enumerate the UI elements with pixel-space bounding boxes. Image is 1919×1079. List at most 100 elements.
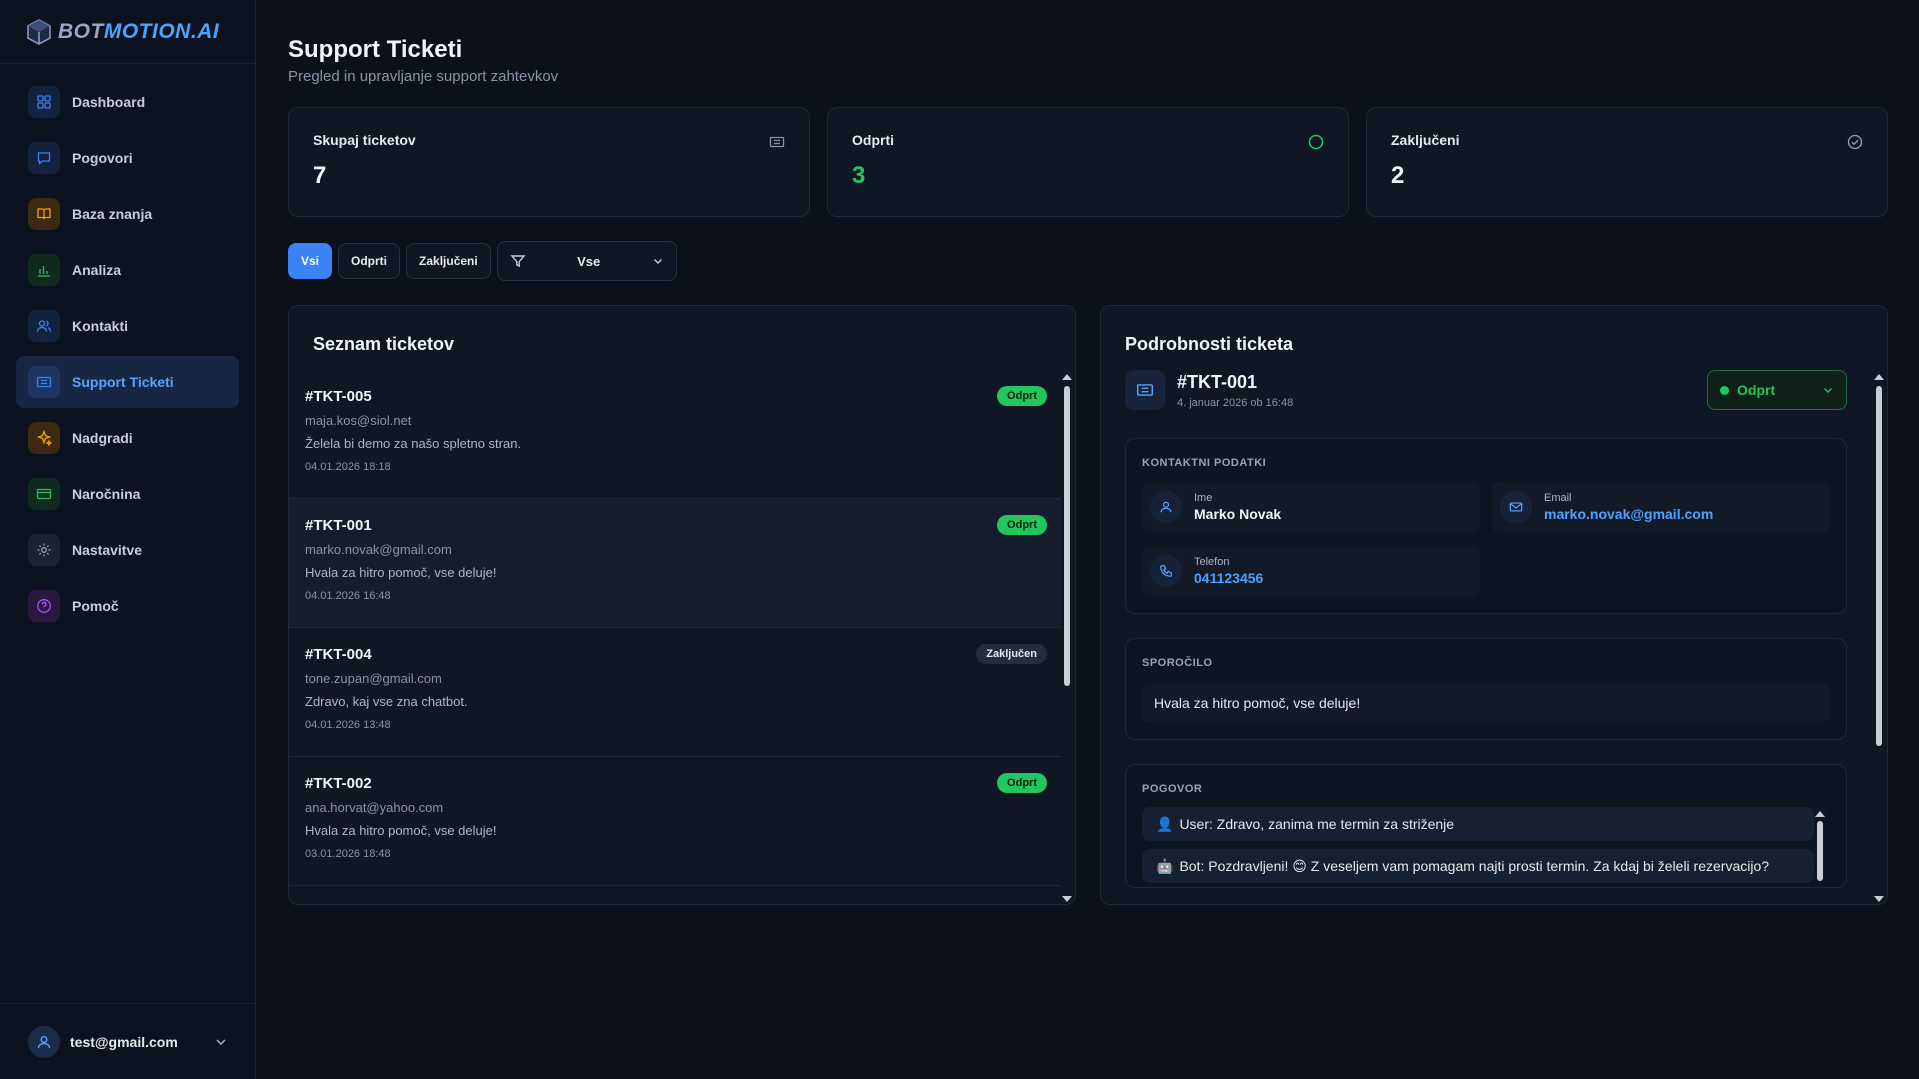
scroll-thumb[interactable] [1817,821,1823,881]
sparkle-icon [36,430,52,446]
sidebar-item-support-ticketi[interactable]: Support Ticketi [16,356,239,408]
chevron-down-icon [1824,388,1832,393]
ticket-icon [1136,384,1154,396]
conversation-section-label: POGOVOR [1142,783,1203,795]
gear-icon-box [28,534,60,566]
sidebar-item-label: Analiza [72,262,122,278]
sidebar-item-analiza[interactable]: Analiza [16,244,239,296]
ticket-icon-box [28,366,60,398]
status-select-value: Odprt [1737,382,1776,398]
ticket-detail-panel: Podrobnosti ticketa #TKT-001 4. januar 2… [1100,305,1888,905]
contact-email-label: Email [1544,492,1572,504]
sidebar-item-kontakti[interactable]: Kontakti [16,300,239,352]
sidebar-item-naro-nina[interactable]: Naročnina [16,468,239,520]
ticket-id: #TKT-002 [305,775,372,792]
sidebar-item-pogovori[interactable]: Pogovori [16,132,239,184]
ticket-list-title: Seznam ticketov [313,334,455,354]
contact-phone-link[interactable]: 041123456 [1194,570,1263,586]
ticket-date: 04.01.2026 18:18 [305,461,391,473]
sidebar-item-baza-znanja[interactable]: Baza znanja [16,188,239,240]
filter-closed-button[interactable]: Zaključeni [406,243,491,279]
ticket-message: Zdravo, kaj vse zna chatbot. [305,694,468,709]
contact-card: KONTAKTNI PODATKI Ime Marko Novak Email ma… [1125,438,1847,614]
ticket-date: 03.01.2026 18:48 [305,848,391,860]
scroll-up-arrow[interactable] [1874,374,1884,380]
filter-open-button[interactable]: Odprti [338,243,401,279]
conversation-card: POGOVOR 👤 User: Zdravo, zanima me termin … [1125,764,1847,888]
status-dot [1720,385,1729,395]
panels: Seznam ticketov #TKT-005 maja.kos@siol.ne… [288,305,1888,905]
bar-chart-icon [38,266,50,277]
scroll-up-arrow[interactable] [1815,811,1825,817]
sidebar-item-label: Support Ticketi [72,374,174,390]
book-icon [37,208,51,220]
sidebar-item-pomo-[interactable]: Pomoč [16,580,239,632]
gear-icon [37,543,51,557]
sidebar-item-dashboard[interactable]: Dashboard [16,76,239,128]
ticket-id: #TKT-005 [305,388,372,405]
ticket-message: Hvala za hitro pomoč, vse deluje! [305,823,497,838]
message-text: Hvala za hitro pomoč, vse deluje! [1142,683,1830,723]
ticket-id: #TKT-004 [305,646,372,663]
contact-section-label: KONTAKTNI PODATKI [1142,457,1267,469]
chevron-down-icon[interactable] [214,1035,228,1049]
detail-ticket-id: #TKT-001 [1177,371,1258,392]
status-badge: Odprt [997,386,1047,406]
user-menu[interactable]: test@gmail.com [0,1003,256,1079]
stat-value: 2 [1391,162,1405,189]
scroll-thumb[interactable] [1876,386,1882,746]
sidebar-item-label: Naročnina [72,486,141,502]
conversation-message: 👤 User: Zdravo, zanima me termin za striž… [1142,807,1814,841]
logo[interactable]: BOTMOTION.AI [0,0,255,64]
ticket-message: Želela bi demo za našo spletno stran. [305,436,522,451]
chat-icon [37,152,51,165]
bar-chart-icon-box [28,254,60,286]
ticket-row[interactable]: #TKT-001 marko.novak@gmail.com Hvala za hi… [289,499,1061,628]
ticket-detail-scrollbar[interactable] [1873,370,1885,904]
stat-label: Zaključeni [1391,132,1460,148]
filter-select[interactable]: Vse [496,241,677,281]
phone-icon [1160,565,1172,577]
ticket-date: 04.01.2026 13:48 [305,719,391,731]
ticket-row[interactable]: #TKT-005 maja.kos@siol.net Želela bi demo … [289,370,1061,499]
ticket-icon [769,136,785,148]
chevron-down-icon [653,259,662,264]
ticket-row[interactable]: #TKT-002 ana.horvat@yahoo.com Hvala za hit… [289,757,1061,886]
page-subtitle: Pregled in upravljanje support zahtevkov [288,68,559,85]
ticket-list-scrollbar[interactable] [1061,370,1073,904]
message-card: SPOROČILO Hvala za hitro pomoč, vse delu… [1125,638,1847,740]
message-section-label: SPOROČILO [1142,657,1213,669]
filter-all-button[interactable]: Vsi [288,243,333,279]
sidebar-item-label: Nastavitve [72,542,143,558]
ticket-row[interactable]: #TKT-004 tone.zupan@gmail.com Zdravo, kaj … [289,628,1061,757]
stat-label: Skupaj ticketov [313,132,416,148]
contact-name-label: Ime [1194,492,1213,504]
scroll-down-arrow[interactable] [1062,896,1072,902]
contact-email-link[interactable]: marko.novak@gmail.com [1544,506,1713,522]
conversation-message-text: Bot: Pozdravljeni! 😊 Z veseljem vam poma… [1179,857,1770,874]
stat-label: Odprti [852,132,894,148]
stat-total: Skupaj ticketov 7 [288,107,810,217]
filter-bar: Vsi Odprti Zaključeni Vse [288,241,1888,281]
sidebar-item-nadgradi[interactable]: Nadgradi [16,412,239,464]
user-emoji-icon: 👤 [1156,815,1174,832]
sidebar-item-label: Dashboard [72,94,146,110]
mail-icon [1509,502,1523,512]
stats-row: Skupaj ticketov 7 Odprti 3 Zaključeni 2 [288,107,1888,217]
contact-phone: Telefon 041123456 [1142,545,1480,597]
scroll-down-arrow[interactable] [1874,896,1884,902]
scroll-thumb[interactable] [1064,386,1070,686]
book-icon-box [28,198,60,230]
conversation-message: 🤖 Bot: Pozdravljeni! 😊 Z veseljem vam pom… [1142,849,1814,883]
conversation-scrollbar[interactable] [1814,807,1826,887]
filter-icon [510,255,526,268]
user-email: test@gmail.com [70,1033,178,1050]
bot-emoji-icon: 🤖 [1156,857,1174,874]
contact-name: Ime Marko Novak [1142,481,1480,533]
status-select[interactable]: Odprt [1707,370,1847,410]
ticket-icon-box [1125,370,1165,410]
main-content: Support Ticketi Pregled in upravljanje s… [288,0,1888,905]
scroll-up-arrow[interactable] [1062,374,1072,380]
sidebar-item-nastavitve[interactable]: Nastavitve [16,524,239,576]
grid-icon-box [28,86,60,118]
